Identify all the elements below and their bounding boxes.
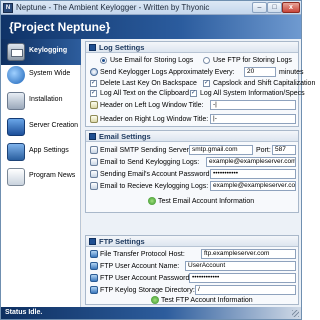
ftp-account-icon bbox=[90, 262, 98, 270]
app-icon: N bbox=[3, 3, 13, 13]
close-button[interactable]: x bbox=[282, 2, 300, 13]
log-clipboard-checkbox[interactable]: ✓ bbox=[90, 90, 97, 97]
ftp-account-label: FTP User Account Name: bbox=[100, 263, 180, 270]
sidebar-item-installation[interactable]: Installation bbox=[1, 88, 81, 114]
app-window: N Neptune - The Ambient Keylogger - Writ… bbox=[0, 0, 315, 320]
use-ftp-radio[interactable] bbox=[203, 57, 210, 64]
banner-title: {Project Neptune} bbox=[9, 20, 111, 34]
capslock-shift-label: Capslock and Shift Capitalization bbox=[213, 80, 316, 87]
main-content: Log Settings Use Email for Storing Logs … bbox=[82, 39, 315, 307]
use-ftp-label: Use FTP for Storing Logs bbox=[213, 57, 292, 64]
test-email-button[interactable]: Test Email Account Information bbox=[158, 198, 254, 205]
ftp-settings-icon bbox=[89, 238, 96, 245]
ftp-host-icon bbox=[90, 250, 98, 258]
ftp-password-input[interactable]: •••••••••••• bbox=[189, 273, 296, 283]
news-icon bbox=[7, 168, 25, 186]
send-every-label: Send Keylogger Logs Approximately Every: bbox=[100, 69, 235, 76]
mail-icon bbox=[90, 158, 98, 166]
sidebar-item-label: Installation bbox=[29, 96, 63, 103]
ftp-password-icon bbox=[90, 274, 98, 282]
resize-grip-icon[interactable] bbox=[292, 310, 299, 317]
receive-input[interactable]: example@exampleserver.com bbox=[210, 181, 296, 191]
email-settings-title: Email Settings bbox=[99, 132, 151, 141]
minimize-button[interactable]: – bbox=[252, 2, 267, 13]
window-title: Neptune - The Ambient Keylogger - Writte… bbox=[16, 3, 210, 12]
server-icon bbox=[7, 118, 25, 136]
keyboard-icon bbox=[7, 43, 25, 61]
sidebar-item-label: Keylogging bbox=[29, 47, 68, 54]
header-left-input[interactable]: -| bbox=[210, 100, 296, 110]
globe-icon bbox=[7, 66, 25, 84]
title-bar[interactable]: N Neptune - The Ambient Keylogger - Writ… bbox=[1, 1, 301, 15]
header-left-icon bbox=[90, 101, 98, 109]
log-system-info-checkbox[interactable]: ✓ bbox=[190, 90, 197, 97]
port-input[interactable]: 587 bbox=[272, 145, 296, 155]
ftp-host-label: File Transfer Protocol Host: bbox=[100, 251, 185, 258]
mail-icon bbox=[90, 170, 98, 178]
send-to-label: Email to Send Keylogging Logs: bbox=[100, 159, 200, 166]
header-right-label: Header on Right Log Window Title: bbox=[100, 116, 209, 123]
header-left-label: Header on Left Log Window Title: bbox=[100, 102, 204, 109]
mail-icon bbox=[90, 146, 98, 154]
ftp-directory-label: FTP Keylog Storage Directory: bbox=[100, 287, 195, 294]
sidebar-item-label: App Settings bbox=[29, 147, 69, 154]
sidebar-item-label: Server Creation bbox=[29, 122, 79, 129]
status-bar: Status Idle. bbox=[1, 307, 301, 319]
sidebar-item-system-wide[interactable]: System Wide bbox=[1, 62, 81, 88]
sidebar-item-server-creation[interactable]: Server Creation bbox=[1, 114, 81, 140]
ftp-account-input[interactable]: UserAccount bbox=[185, 261, 296, 271]
log-settings-title: Log Settings bbox=[99, 43, 145, 52]
test-ftp-icon bbox=[151, 296, 159, 304]
delete-backspace-label: Delete Last Key On Backspace bbox=[100, 80, 197, 87]
log-system-info-label: Log All System Information/Specs bbox=[200, 90, 305, 97]
header-banner: {Project Neptune} bbox=[1, 15, 301, 39]
minutes-label: minutes bbox=[279, 69, 304, 76]
ftp-settings-panel: FTP Settings File Transfer Protocol Host… bbox=[85, 235, 299, 305]
ftp-host-input[interactable]: ftp.exampleserver.com bbox=[201, 249, 296, 259]
use-email-label: Use Email for Storing Logs bbox=[110, 57, 194, 64]
test-email-icon bbox=[148, 197, 156, 205]
log-settings-panel: Log Settings Use Email for Storing Logs … bbox=[85, 41, 315, 127]
maximize-button[interactable]: □ bbox=[267, 2, 282, 13]
capslock-shift-checkbox[interactable]: ✓ bbox=[203, 80, 210, 87]
use-email-radio[interactable] bbox=[100, 57, 107, 64]
test-ftp-button[interactable]: Test FTP Account Information bbox=[161, 297, 253, 304]
wrench-icon bbox=[7, 143, 25, 161]
email-settings-panel: Email Settings Email SMTP Sending Server… bbox=[85, 130, 299, 213]
smtp-label: Email SMTP Sending Server: bbox=[100, 147, 191, 154]
sidebar-item-app-settings[interactable]: App Settings bbox=[1, 139, 81, 165]
email-settings-header: Email Settings bbox=[86, 131, 298, 142]
header-right-input[interactable]: |- bbox=[210, 114, 296, 124]
ftp-directory-input[interactable]: / bbox=[195, 285, 296, 295]
status-text: Status Idle. bbox=[5, 309, 43, 316]
sidebar: Keylogging System Wide Installation Serv… bbox=[1, 39, 81, 307]
send-to-input[interactable]: example@exampleserver.com bbox=[206, 157, 296, 167]
delete-backspace-checkbox[interactable]: ✓ bbox=[90, 80, 97, 87]
log-settings-icon bbox=[89, 44, 96, 51]
sidebar-item-label: Program News bbox=[29, 172, 76, 179]
log-clipboard-label: Log All Text on the Clipboard bbox=[100, 90, 189, 97]
log-settings-header: Log Settings bbox=[86, 42, 298, 53]
smtp-server-input[interactable]: smtp.gmail.com bbox=[189, 145, 253, 155]
header-right-icon bbox=[90, 115, 98, 123]
email-settings-icon bbox=[89, 133, 96, 140]
mail-icon bbox=[90, 182, 98, 190]
installer-icon bbox=[7, 92, 25, 110]
email-password-label: Sending Email's Account Password: bbox=[100, 171, 212, 178]
send-interval-input[interactable]: 20 bbox=[244, 67, 276, 77]
ftp-settings-header: FTP Settings bbox=[86, 236, 298, 247]
sidebar-item-program-news[interactable]: Program News bbox=[1, 164, 81, 190]
port-label: Port: bbox=[256, 147, 271, 154]
ftp-password-label: FTP User Account Password: bbox=[100, 275, 192, 282]
sidebar-item-label: System Wide bbox=[29, 70, 71, 77]
clock-icon bbox=[90, 68, 98, 76]
receive-label: Email to Recieve Keylogging Logs: bbox=[100, 183, 209, 190]
email-password-input[interactable]: ••••••••••• bbox=[210, 169, 296, 179]
ftp-settings-title: FTP Settings bbox=[99, 237, 145, 246]
ftp-directory-icon bbox=[90, 286, 98, 294]
